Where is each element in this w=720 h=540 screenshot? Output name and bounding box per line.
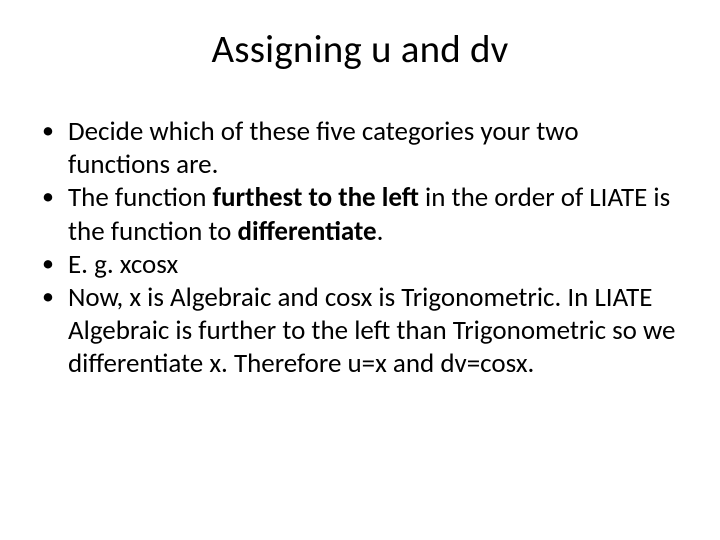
text-segment: E. g. xcosx <box>68 248 178 281</box>
text-segment: furthest to the left <box>212 181 418 214</box>
text-segment: . <box>377 215 384 248</box>
list-item: Now, x is Algebraic and cosx is Trigonom… <box>36 281 684 381</box>
bullet-list: Decide which of these five categories yo… <box>36 115 684 381</box>
slide-title: Assigning u and dv <box>36 26 684 73</box>
text-segment: differentiate <box>238 215 377 248</box>
list-item: The function furthest to the left in the… <box>36 181 684 247</box>
list-item: E. g. xcosx <box>36 248 684 281</box>
list-item: Decide which of these five categories yo… <box>36 115 684 181</box>
text-segment: The function <box>68 181 212 214</box>
text-segment: Now, x is Algebraic and cosx is Trigonom… <box>68 281 676 380</box>
text-segment: Decide which of these five categories yo… <box>68 115 579 181</box>
